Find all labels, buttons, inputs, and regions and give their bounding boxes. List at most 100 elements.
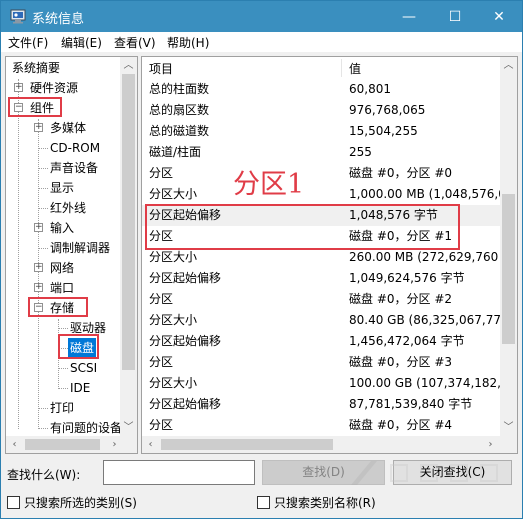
tree-item-printing[interactable]: 打印 <box>6 398 121 418</box>
tree-item-label: 磁盘 <box>68 338 97 358</box>
tree-item-label: 存储 <box>50 301 75 315</box>
list-vertical-scrollbar[interactable]: ︿ ﹀ <box>500 57 517 436</box>
tree-item-problem-devices[interactable]: 有问题的设备 <box>6 418 121 438</box>
table-row[interactable]: 分区大小 100.00 GB (107,374,182,400 字节) <box>142 373 502 394</box>
expand-icon[interactable]: + <box>34 123 43 132</box>
table-row[interactable]: 分区起始偏移 1,048,576 字节 <box>142 205 502 226</box>
search-selected-category-checkbox[interactable]: 只搜索所选的类别(S) <box>7 494 137 510</box>
menu-help[interactable]: 帮助(H) <box>167 34 209 51</box>
details-list[interactable]: 项目 值 总的柱面数 60,801 总的扇区数 976,768,065 总的磁道数 15,… <box>141 56 518 454</box>
table-row[interactable]: 分区 磁盘 #0，分区 #3 <box>142 352 502 373</box>
tree-item-storage[interactable]: − 存储 <box>6 298 121 318</box>
checkbox-icon[interactable] <box>7 495 20 509</box>
row-item-value: 1,048,576 字节 <box>349 208 438 222</box>
scrollbar-thumb[interactable] <box>502 194 515 344</box>
category-tree[interactable]: 系统摘要 + 硬件资源 − 组件 + 多媒体 CD-ROM 声音设备 显示 红外… <box>5 56 138 454</box>
row-item-name: 分区起始偏移 <box>149 208 222 222</box>
scroll-left-icon[interactable]: ‹ <box>6 436 23 453</box>
row-item-value: 87,781,539,840 字节 <box>349 397 473 411</box>
menu-file[interactable]: 文件(F) <box>8 34 48 51</box>
scroll-right-icon[interactable]: › <box>106 436 123 453</box>
menu-edit[interactable]: 编辑(E) <box>61 34 102 51</box>
list-header: 项目 值 <box>142 57 502 79</box>
table-row[interactable]: 总的磁道数 15,504,255 <box>142 121 502 142</box>
table-row[interactable]: 分区 磁盘 #0，分区 #0 <box>142 163 502 184</box>
row-item-name: 总的柱面数 <box>149 82 210 96</box>
find-what-input[interactable] <box>103 460 255 485</box>
table-row[interactable]: 分区 磁盘 #0，分区 #1 <box>142 226 502 247</box>
scroll-down-icon[interactable]: ﹀ <box>120 419 137 436</box>
list-horizontal-scrollbar[interactable]: ‹ › <box>142 436 517 453</box>
table-row[interactable]: 分区大小 260.00 MB (272,629,760 字节) <box>142 247 502 268</box>
tree-item-cd-rom[interactable]: CD-ROM <box>6 138 121 158</box>
tree-item-label: 硬件资源 <box>30 81 79 95</box>
table-row[interactable]: 分区起始偏移 1,049,624,576 字节 <box>142 268 502 289</box>
expand-icon[interactable]: + <box>34 263 43 272</box>
scroll-up-icon[interactable]: ︿ <box>500 57 517 74</box>
maximize-button[interactable]: ☐ <box>432 1 478 32</box>
expand-icon[interactable]: + <box>34 283 43 292</box>
table-row[interactable]: 分区 磁盘 #0，分区 #4 <box>142 415 502 436</box>
column-header-value[interactable]: 值 <box>349 60 361 77</box>
expand-icon[interactable]: + <box>34 223 43 232</box>
tree-horizontal-scrollbar[interactable]: ‹ › <box>6 436 137 453</box>
table-row[interactable]: 分区起始偏移 1,456,472,064 字节 <box>142 331 502 352</box>
scroll-right-icon[interactable]: › <box>482 436 499 453</box>
row-item-value: 磁盘 #0，分区 #0 <box>349 166 453 180</box>
checkbox-label: 只搜索所选的类别(S) <box>24 495 137 510</box>
tree-item-display[interactable]: 显示 <box>6 178 121 198</box>
table-row[interactable]: 分区大小 1,000.00 MB (1,048,576,000 字节) <box>142 184 502 205</box>
tree-item-disks[interactable]: 磁盘 <box>6 338 121 358</box>
table-row[interactable]: 分区大小 80.40 GB (86,325,067,776 字节) <box>142 310 502 331</box>
find-button[interactable]: 查找(D) <box>262 460 385 485</box>
scrollbar-thumb[interactable] <box>161 439 333 450</box>
tree-item-sound-devices[interactable]: 声音设备 <box>6 158 121 178</box>
close-icon: ✕ <box>493 8 505 25</box>
tree-vertical-scrollbar[interactable]: ︿ ﹀ <box>120 57 137 436</box>
table-row[interactable]: 分区 磁盘 #0，分区 #2 <box>142 289 502 310</box>
checkbox-icon[interactable] <box>257 495 270 509</box>
scrollbar-thumb[interactable] <box>25 439 100 450</box>
row-item-value: 260.00 MB (272,629,760 字节) <box>349 250 502 264</box>
table-row[interactable]: 磁道/柱面 255 <box>142 142 502 163</box>
tree-item-system-summary[interactable]: 系统摘要 <box>12 58 60 78</box>
table-row[interactable]: 总的柱面数 60,801 <box>142 79 502 100</box>
tree-item-modem[interactable]: 调制解调器 <box>6 238 121 258</box>
table-row[interactable]: 总的扇区数 976,768,065 <box>142 100 502 121</box>
scrollbar-thumb[interactable] <box>122 74 135 370</box>
tree-item-hardware-resources[interactable]: + 硬件资源 <box>6 78 121 98</box>
column-header-item[interactable]: 项目 <box>149 60 173 77</box>
collapse-icon[interactable]: − <box>34 303 43 312</box>
search-category-names-checkbox[interactable]: 只搜索类别名称(R) <box>257 494 376 510</box>
row-item-value: 15,504,255 <box>349 124 418 138</box>
row-item-value: 磁盘 #0，分区 #3 <box>349 355 453 369</box>
scroll-left-icon[interactable]: ‹ <box>142 436 159 453</box>
system-information-window: 系统信息 — ☐ ✕ 文件(F) 编辑(E) 查看(V) 帮助(H) 系统摘要 … <box>0 0 523 519</box>
scroll-up-icon[interactable]: ︿ <box>120 57 137 74</box>
row-item-name: 分区大小 <box>149 250 198 264</box>
tree-item-multimedia[interactable]: + 多媒体 <box>6 118 121 138</box>
title-bar[interactable]: 系统信息 — ☐ ✕ <box>1 1 522 32</box>
tree-item-label: 组件 <box>30 101 55 115</box>
column-separator[interactable] <box>341 59 342 77</box>
collapse-icon[interactable]: − <box>14 103 23 112</box>
row-item-name: 分区起始偏移 <box>149 271 222 285</box>
minimize-button[interactable]: — <box>386 1 432 32</box>
tree-item-network[interactable]: + 网络 <box>6 258 121 278</box>
table-row[interactable]: 分区起始偏移 87,781,539,840 字节 <box>142 394 502 415</box>
tree-item-ports[interactable]: + 端口 <box>6 278 121 298</box>
tree-item-label: 显示 <box>50 181 75 195</box>
row-item-value: 80.40 GB (86,325,067,776 字节) <box>349 313 502 327</box>
tree-item-infrared[interactable]: 红外线 <box>6 198 121 218</box>
tree-item-input[interactable]: + 输入 <box>6 218 121 238</box>
close-find-button[interactable]: 关闭查找(C) <box>393 460 512 485</box>
menu-view[interactable]: 查看(V) <box>114 34 156 51</box>
close-button[interactable]: ✕ <box>476 1 522 32</box>
scroll-down-icon[interactable]: ﹀ <box>500 419 517 436</box>
tree-item-components[interactable]: − 组件 <box>6 98 121 118</box>
tree-item-scsi[interactable]: SCSI <box>6 358 121 378</box>
tree-item-drives[interactable]: 驱动器 <box>6 318 121 338</box>
row-item-value: 磁盘 #0，分区 #2 <box>349 292 453 306</box>
expand-icon[interactable]: + <box>14 83 23 92</box>
tree-item-ide[interactable]: IDE <box>6 378 121 398</box>
